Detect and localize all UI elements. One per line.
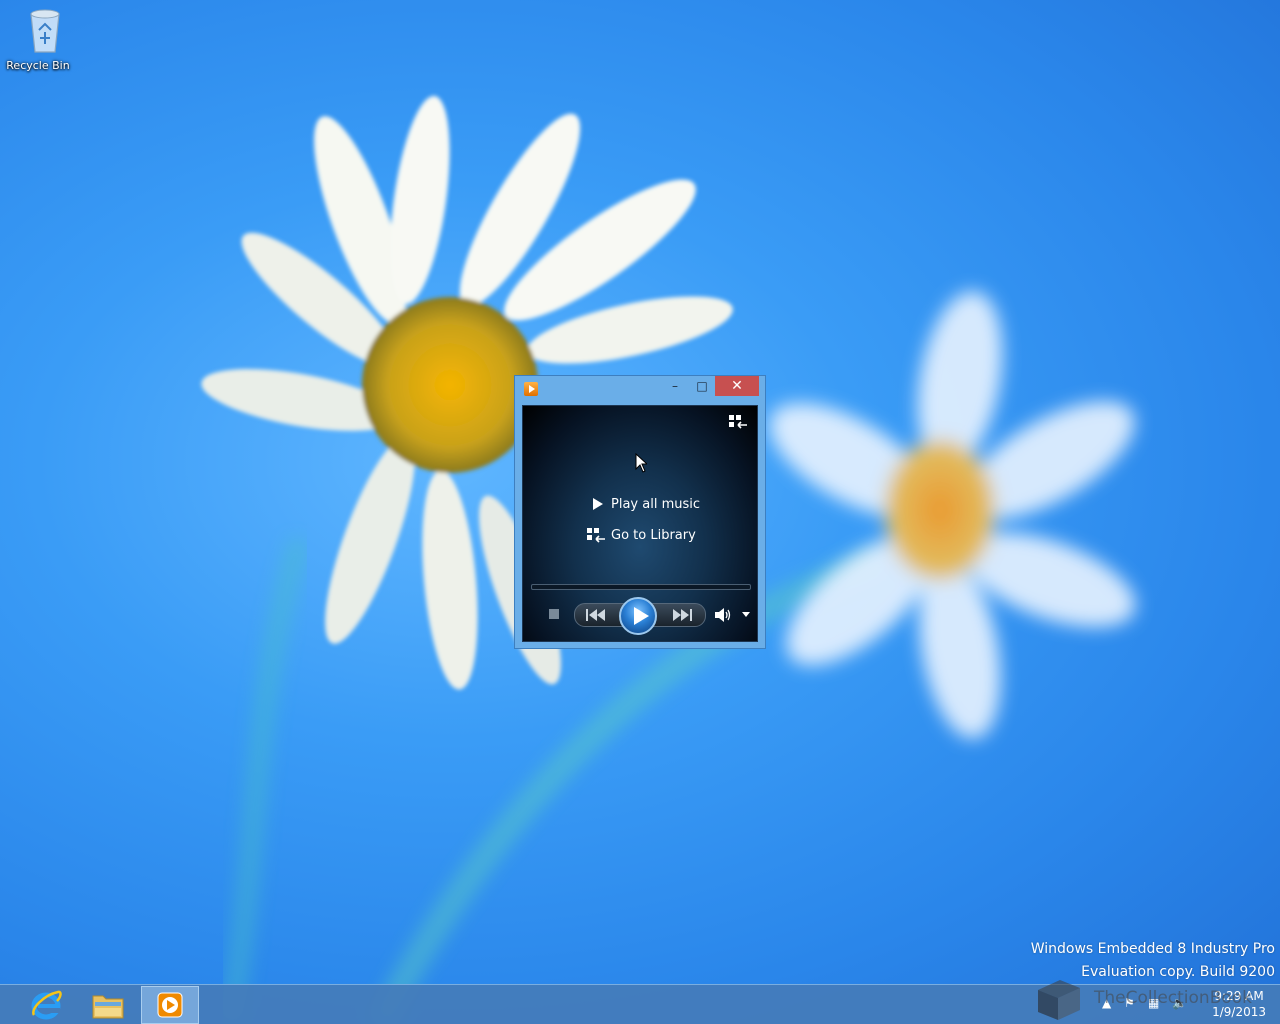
close-button[interactable]: ✕ — [715, 376, 759, 396]
taskbar-file-explorer[interactable] — [79, 986, 137, 1024]
taskbar-internet-explorer[interactable] — [17, 986, 75, 1024]
switch-to-library-icon[interactable] — [728, 414, 748, 430]
play-icon — [585, 496, 611, 512]
recycle-bin-shortcut[interactable]: Recycle Bin — [4, 6, 72, 76]
previous-button[interactable] — [581, 606, 611, 624]
media-player-window[interactable]: – □ ✕ Play all music Go to Library — [514, 375, 766, 649]
minimize-button[interactable]: – — [662, 376, 688, 396]
player-content: Play all music Go to Library — [522, 405, 758, 642]
collection-book-text: TheCollectionBook — [1094, 988, 1253, 1008]
next-button[interactable] — [667, 606, 697, 624]
recycle-bin-label: Recycle Bin — [6, 59, 70, 72]
desktop: Recycle Bin – □ ✕ Play all music Go to L… — [0, 0, 1280, 1024]
taskbar-windows-media-player[interactable] — [141, 986, 199, 1024]
title-bar[interactable]: – □ ✕ — [515, 376, 765, 404]
volume-dropdown-arrow[interactable] — [742, 612, 750, 617]
book-icon — [1038, 980, 1080, 1020]
collection-book-watermark: TheCollectionBook — [1030, 976, 1270, 1024]
recycle-bin-icon — [30, 9, 60, 53]
edition-text: Windows Embedded 8 Industry Pro — [1030, 941, 1275, 957]
windows-media-player-icon — [157, 992, 183, 1018]
folder-icon — [92, 995, 124, 1019]
maximize-button[interactable]: □ — [689, 376, 715, 396]
go-to-library-link[interactable]: Go to Library — [585, 525, 696, 545]
stop-button[interactable] — [549, 609, 559, 619]
library-icon — [585, 527, 611, 543]
windows-media-player-icon — [524, 382, 538, 396]
go-to-library-label: Go to Library — [611, 527, 696, 543]
play-all-music-link[interactable]: Play all music — [585, 494, 700, 514]
playback-controls — [523, 597, 759, 635]
internet-explorer-icon — [31, 990, 62, 1020]
mouse-cursor-icon — [635, 453, 647, 473]
play-button[interactable] — [619, 597, 657, 635]
play-all-music-label: Play all music — [611, 496, 701, 512]
seek-bar[interactable] — [531, 584, 751, 590]
speaker-icon[interactable] — [714, 607, 732, 623]
